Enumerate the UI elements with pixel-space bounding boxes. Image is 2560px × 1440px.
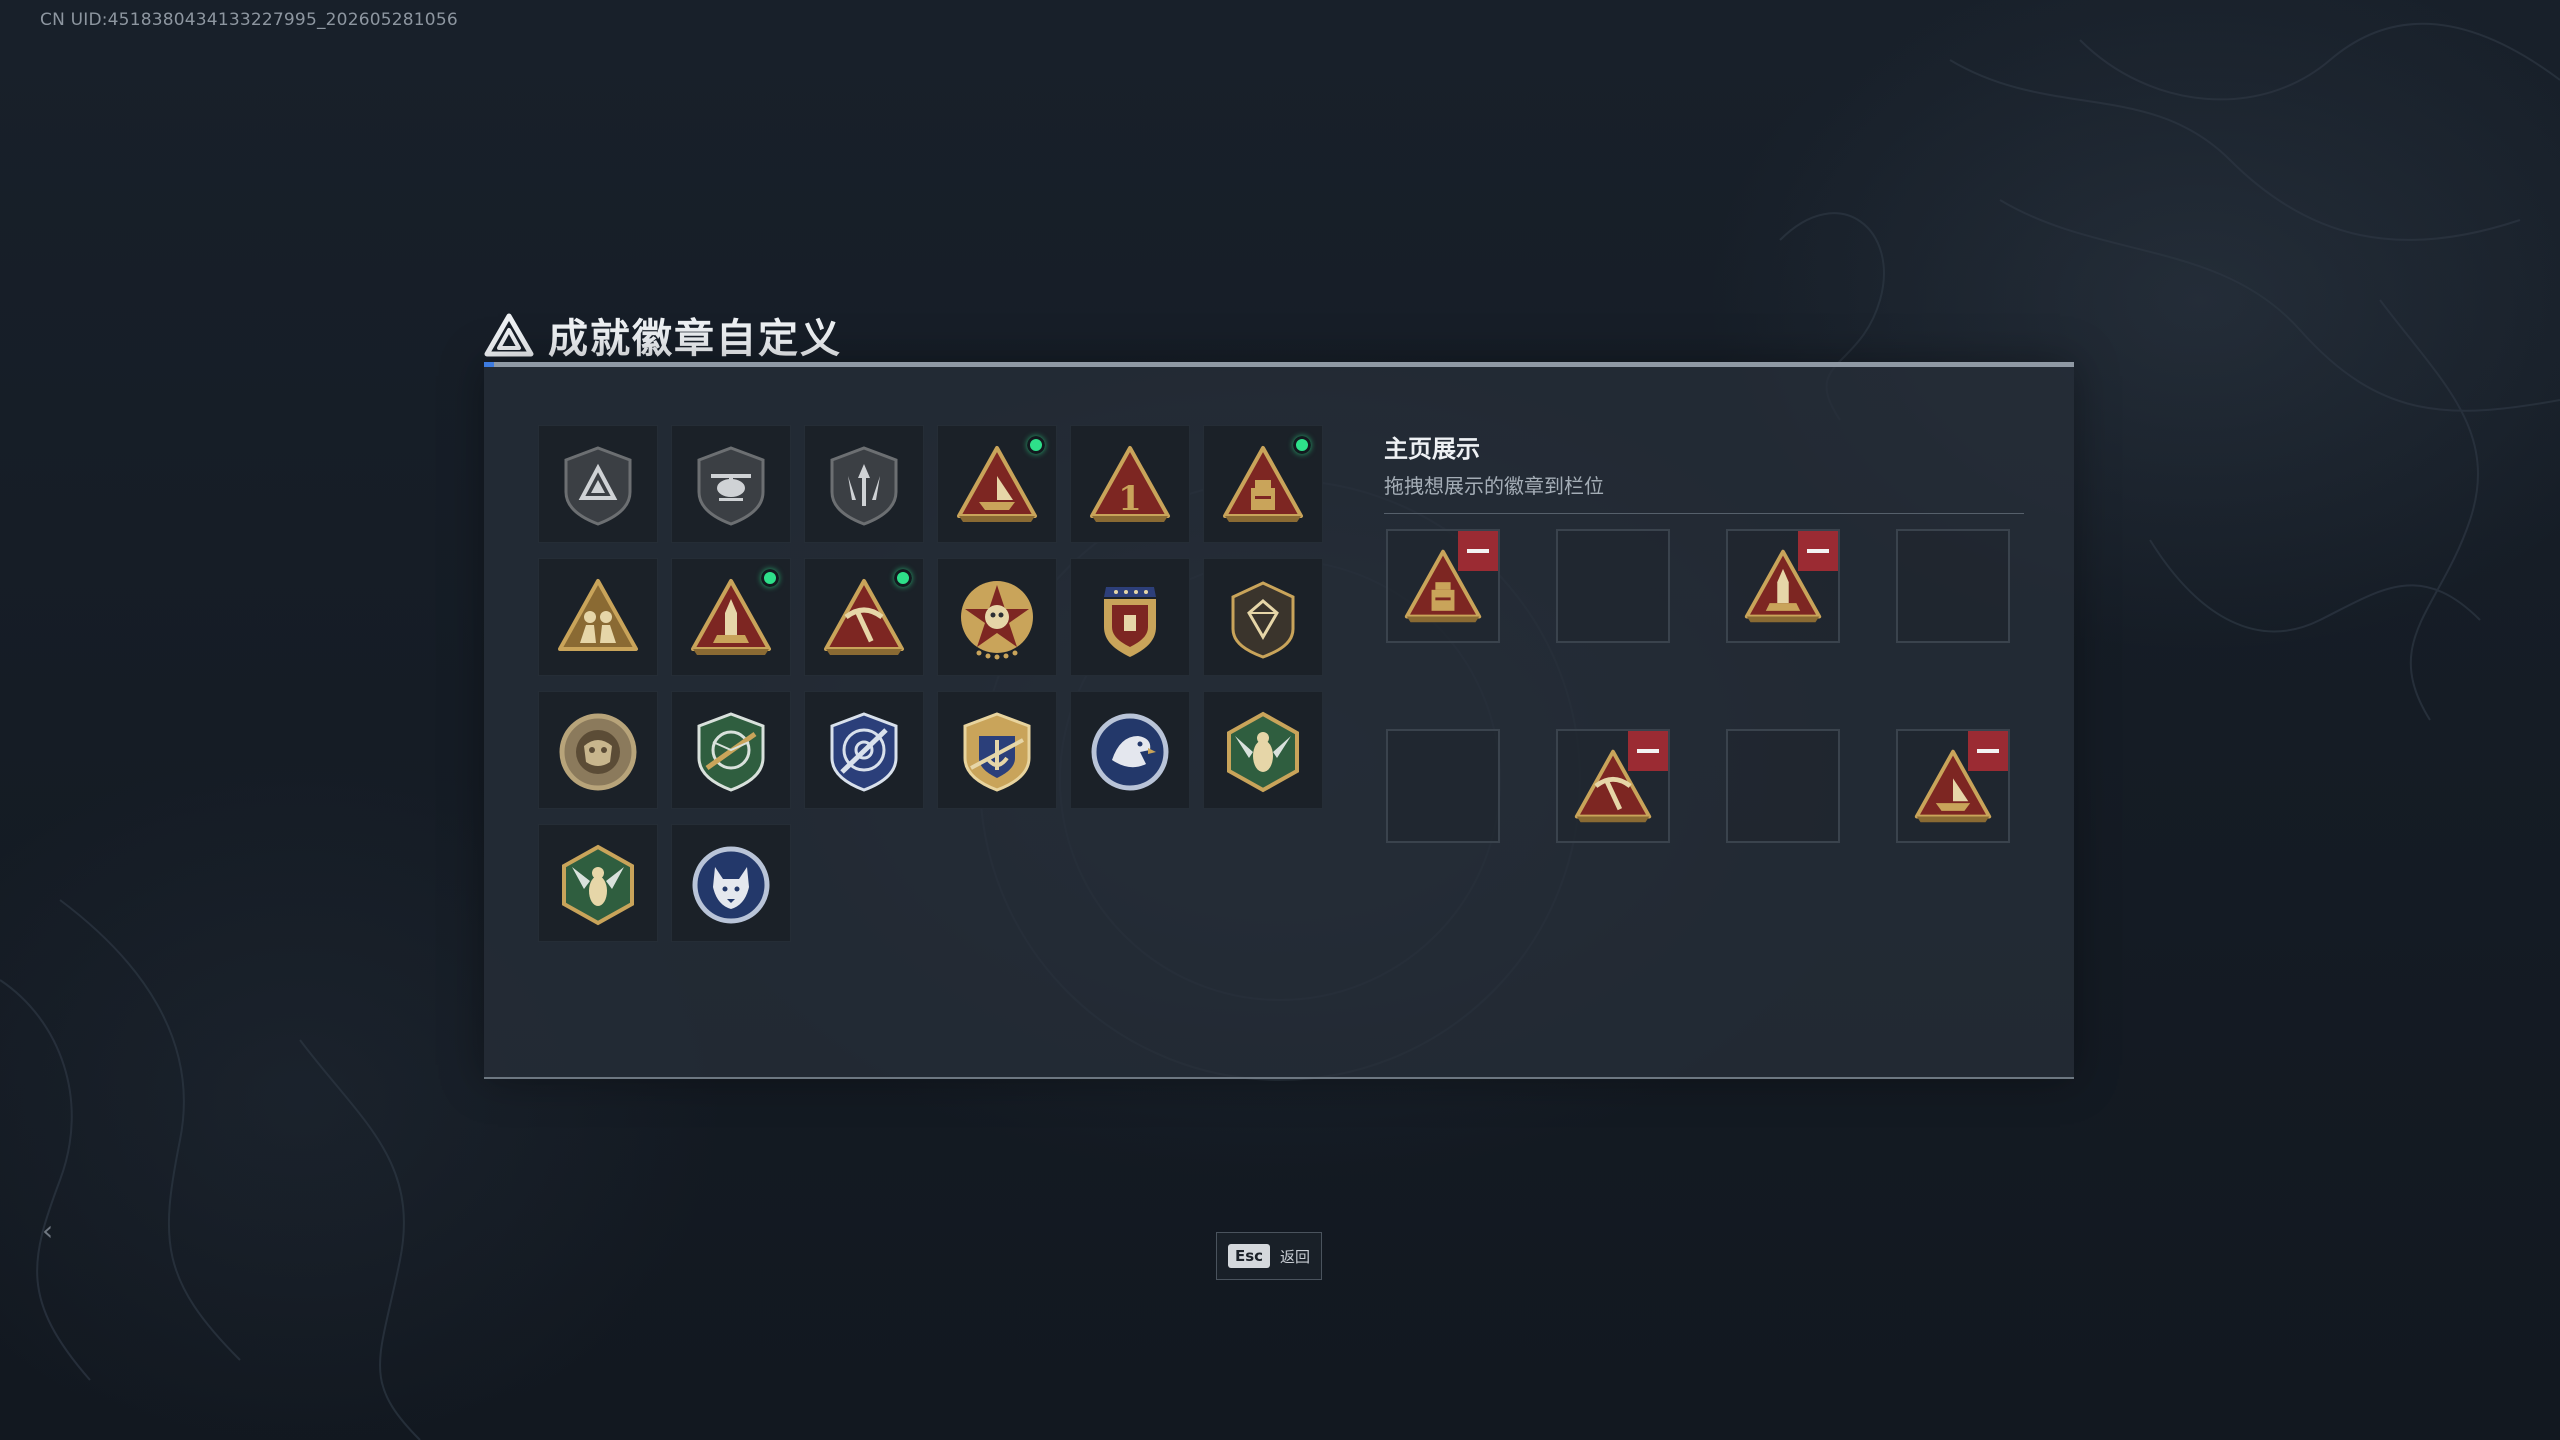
display-title: 主页展示	[1384, 435, 1480, 463]
esc-key-hint: Esc	[1227, 1244, 1271, 1268]
display-slot-empty[interactable]	[1726, 729, 1840, 843]
divider	[1384, 513, 2024, 514]
homepage-display-section: 主页展示 拖拽想展示的徽章到栏位	[1384, 429, 2024, 843]
minus-icon	[1977, 749, 1999, 753]
display-slot-filled[interactable]	[1726, 529, 1840, 643]
badge-cell[interactable]	[937, 558, 1057, 676]
badge-cell[interactable]	[671, 425, 791, 543]
badge-cell[interactable]	[804, 558, 924, 676]
svg-text:1: 1	[1118, 479, 1142, 519]
display-subtitle: 拖拽想展示的徽章到栏位	[1384, 474, 1604, 498]
green-rifle-shield-icon	[697, 712, 765, 792]
badge-cell[interactable]	[538, 425, 658, 543]
display-slot-filled[interactable]	[1896, 729, 2010, 843]
display-slot-empty[interactable]	[1896, 529, 2010, 643]
new-indicator-dot	[761, 569, 779, 587]
page-title: 成就徽章自定义	[548, 316, 842, 362]
badge-cell[interactable]	[937, 425, 1057, 543]
badge-grid: 1	[538, 425, 1323, 942]
hornet-hex-badge-icon	[1227, 711, 1299, 793]
badge-cell[interactable]	[1203, 425, 1323, 543]
bronze-round-emblem-icon	[559, 713, 637, 791]
badge-cell[interactable]	[1070, 691, 1190, 809]
new-indicator-dot	[894, 569, 912, 587]
star-crest-shield-icon	[1104, 587, 1156, 657]
badge-cell[interactable]	[1203, 691, 1323, 809]
badge-cell[interactable]	[1070, 558, 1190, 676]
crate-triangle-badge-icon	[1223, 446, 1303, 522]
badge-cell[interactable]	[538, 691, 658, 809]
badge-cell[interactable]	[804, 425, 924, 543]
remove-badge-button[interactable]	[1968, 731, 2008, 771]
arrow-shield-badge-icon	[830, 446, 898, 526]
minus-icon	[1807, 549, 1829, 553]
display-slot-filled[interactable]	[1386, 529, 1500, 643]
green-wasp-hex-badge-icon	[562, 844, 634, 926]
badge-cell[interactable]	[1203, 558, 1323, 676]
chevron-left-icon[interactable]: ‹	[42, 1214, 53, 1247]
display-slot-filled[interactable]	[1556, 729, 1670, 843]
pickaxe-triangle-badge-icon	[824, 579, 904, 655]
triangle-logo-icon	[484, 313, 534, 357]
page-header: 成就徽章自定义	[484, 306, 842, 364]
badge-cell[interactable]	[671, 558, 791, 676]
badge-cell[interactable]	[671, 691, 791, 809]
minus-icon	[1637, 749, 1659, 753]
remove-badge-button[interactable]	[1798, 531, 1838, 571]
remove-badge-button[interactable]	[1458, 531, 1498, 571]
blue-target-shield-icon	[830, 712, 898, 792]
boat-triangle-badge-icon	[957, 446, 1037, 522]
uid-label: CN UID:4518380434133227995_202605281056	[40, 10, 458, 30]
skull-star-medal-icon	[961, 581, 1033, 660]
number-one-triangle-badge-icon: 1	[1090, 446, 1170, 522]
display-slot-empty[interactable]	[1386, 729, 1500, 843]
badge-cell[interactable]	[937, 691, 1057, 809]
helicopter-shield-badge-icon	[697, 446, 765, 526]
back-label: 返回	[1280, 1247, 1311, 1266]
dark-triangle-shield-badge-icon	[564, 446, 632, 526]
wolf-round-badge-icon	[692, 846, 770, 924]
new-indicator-dot	[1293, 436, 1311, 454]
badge-cell[interactable]	[804, 691, 924, 809]
minus-icon	[1467, 549, 1489, 553]
back-button[interactable]: Esc 返回	[1216, 1232, 1322, 1280]
eagle-round-badge-icon	[1091, 713, 1169, 791]
badge-cell[interactable]	[538, 824, 658, 942]
badge-cell[interactable]: 1	[1070, 425, 1190, 543]
display-slot-empty[interactable]	[1556, 529, 1670, 643]
badge-customize-panel: 1 主页展示 拖拽想展示的徽章到栏位	[484, 362, 2074, 1079]
display-slots	[1386, 529, 2010, 843]
badge-cell[interactable]	[538, 558, 658, 676]
diamond-hex-badge-icon	[1231, 581, 1295, 659]
remove-badge-button[interactable]	[1628, 731, 1668, 771]
soldiers-triangle-badge-icon	[558, 579, 638, 651]
badge-cell[interactable]	[671, 824, 791, 942]
new-indicator-dot	[1027, 436, 1045, 454]
rocket-triangle-badge-icon	[691, 579, 771, 655]
gold-anchor-shield-icon	[963, 712, 1031, 792]
